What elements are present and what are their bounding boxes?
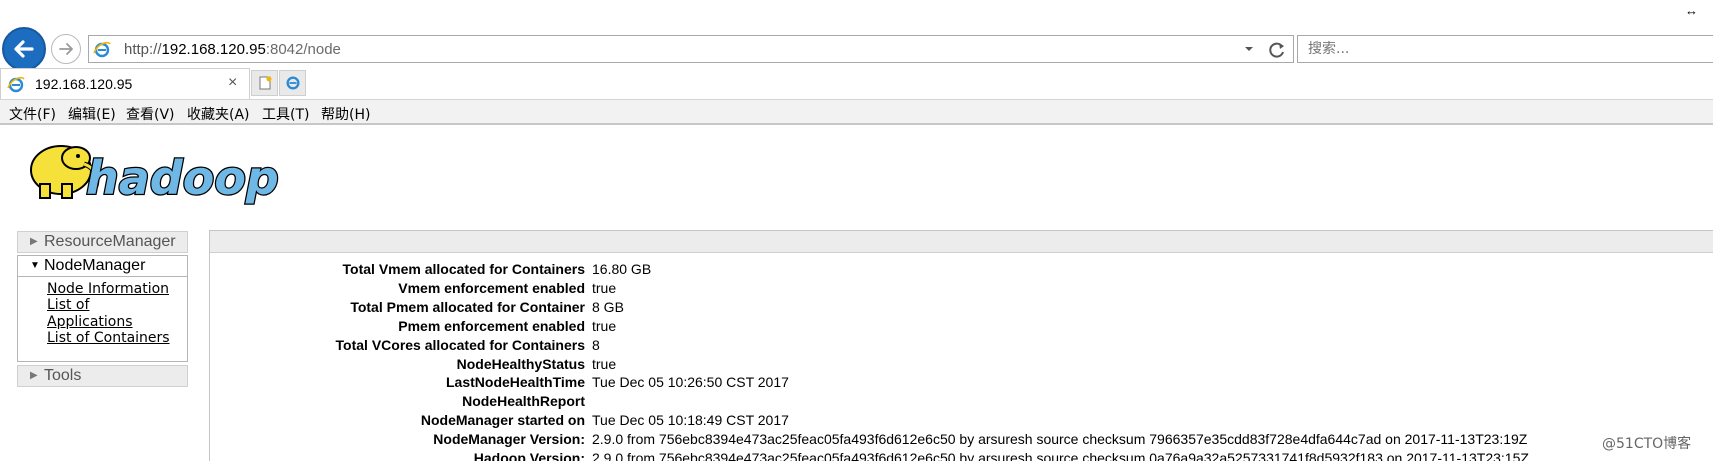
- watermark: @51CTO博客: [1602, 436, 1692, 452]
- info-row: NodeHealthReport: [210, 393, 1713, 412]
- info-value: 8 GB: [592, 298, 624, 315]
- info-row: Hadoop Version: 2.9.0 from 756ebc8394e473…: [210, 450, 1713, 461]
- menu-bar: 文件(F) 编辑(E) 查看(V) 收藏夹(A) 工具(T) 帮助(H): [0, 99, 1713, 125]
- info-label: Total Vmem allocated for Containers: [342, 261, 585, 277]
- new-tab-button[interactable]: [251, 70, 278, 96]
- tab-strip: 192.168.120.95 ×: [0, 68, 1713, 99]
- link-list-of-containers[interactable]: List of Containers: [47, 330, 170, 346]
- ie-logo-icon: [286, 76, 299, 90]
- address-bar-row: http://192.168.120.95:8042/node ↔: [0, 0, 1713, 71]
- url-text[interactable]: http://192.168.120.95:8042/node: [124, 41, 341, 58]
- menu-view[interactable]: 查看(V): [126, 104, 175, 124]
- info-value: true: [592, 355, 617, 372]
- refresh-icon[interactable]: [1267, 40, 1287, 60]
- resize-icon[interactable]: ↔: [1685, 3, 1698, 18]
- info-row: Total Pmem allocated for Container 8 GB: [210, 299, 1713, 318]
- link-node-information[interactable]: Node Information: [47, 281, 169, 297]
- info-label: NodeHealthyStatus: [456, 355, 585, 372]
- menu-edit[interactable]: 编辑(E): [68, 104, 116, 124]
- logo-wordmark: hadoop: [86, 151, 279, 205]
- url-path: :8042/node: [265, 41, 341, 58]
- tab-active[interactable]: 192.168.120.95 ×: [0, 68, 250, 99]
- sidebar-links: Node Information List of Applications Li…: [17, 277, 188, 362]
- ie-tab-icon: [7, 76, 25, 93]
- quick-tab-button[interactable]: [279, 70, 306, 96]
- panel-header: [210, 231, 1713, 253]
- sidebar-item-label: Tools: [44, 367, 82, 384]
- ie-page-icon: [93, 41, 111, 58]
- info-value: true: [592, 279, 617, 296]
- info-value: Tue Dec 05 10:18:49 CST 2017: [592, 412, 789, 429]
- info-label: Total VCores allocated for Containers: [335, 336, 585, 353]
- sidebar-item-label: ResourceManager: [44, 233, 176, 250]
- info-row: NodeManager started on Tue Dec 05 10:18:4…: [210, 412, 1713, 431]
- back-button[interactable]: [2, 27, 46, 71]
- info-row: Pmem enforcement enabled true: [210, 318, 1713, 337]
- info-value: true: [592, 317, 617, 334]
- link-list-of-applications-2[interactable]: Applications: [47, 314, 133, 330]
- info-value: Tue Dec 05 10:26:50 CST 2017: [592, 374, 789, 391]
- forward-button[interactable]: [51, 34, 81, 64]
- caret-right-icon: ▶: [30, 370, 38, 381]
- info-row: LastNodeHealthTime Tue Dec 05 10:26:50 CS…: [210, 374, 1713, 393]
- info-label: NodeManager started on: [420, 412, 585, 429]
- chevron-down-icon[interactable]: [1244, 45, 1254, 53]
- sidebar-item-label: NodeManager: [44, 257, 146, 274]
- hadoop-logo[interactable]: hadoop: [18, 134, 318, 214]
- info-label: Vmem enforcement enabled: [398, 279, 585, 296]
- info-label: LastNodeHealthTime: [446, 374, 585, 391]
- info-value: 16.80 GB: [592, 261, 652, 277]
- info-label: Pmem enforcement enabled: [398, 317, 585, 334]
- sidebar-item-nodemanager[interactable]: ▼ NodeManager: [17, 255, 188, 277]
- link-list-of-applications[interactable]: List of: [47, 297, 89, 313]
- info-label: NodeManager Version:: [433, 431, 585, 448]
- menu-tools[interactable]: 工具(T): [262, 104, 309, 124]
- menu-file[interactable]: 文件(F): [9, 104, 56, 124]
- info-label: Hadoop Version:: [473, 450, 585, 461]
- url-host: 192.168.120.95: [161, 41, 266, 58]
- info-value: 8: [592, 336, 600, 353]
- search-input[interactable]: [1298, 36, 1713, 62]
- sidebar-item-resourcemanager[interactable]: ▶ ResourceManager: [17, 231, 188, 253]
- close-icon[interactable]: ×: [228, 74, 237, 92]
- caret-down-icon: ▼: [30, 260, 40, 271]
- url-scheme: http://: [124, 41, 162, 58]
- new-tab-icon: [259, 76, 271, 90]
- menu-help[interactable]: 帮助(H): [321, 104, 370, 124]
- arrow-left-icon: [14, 40, 34, 58]
- menu-favorites[interactable]: 收藏夹(A): [187, 104, 250, 124]
- info-row: Vmem enforcement enabled true: [210, 280, 1713, 299]
- address-bar[interactable]: http://192.168.120.95:8042/node: [88, 35, 1294, 63]
- info-value: 2.9.0 from 756ebc8394e473ac25feac05fa493…: [592, 431, 1528, 448]
- search-box[interactable]: [1297, 35, 1713, 63]
- info-label: Total Pmem allocated for Container: [350, 298, 585, 315]
- info-row: NodeHealthyStatus true: [210, 356, 1713, 375]
- node-info-panel: Total Vmem allocated for Containers 16.80…: [209, 230, 1713, 461]
- info-value: 2.9.0 from 756ebc8394e473ac25feac05fa493…: [592, 450, 1529, 461]
- tab-title: 192.168.120.95: [35, 76, 133, 92]
- info-row: NodeManager Version: 2.9.0 from 756ebc839…: [210, 431, 1713, 450]
- info-label: NodeHealthReport: [462, 393, 585, 410]
- arrow-right-icon: [59, 43, 73, 55]
- caret-right-icon: ▶: [30, 236, 38, 247]
- sidebar-item-tools[interactable]: ▶ Tools: [17, 365, 188, 387]
- info-row: Total VCores allocated for Containers 8: [210, 337, 1713, 356]
- info-row: Total Vmem allocated for Containers 16.80…: [210, 261, 1713, 280]
